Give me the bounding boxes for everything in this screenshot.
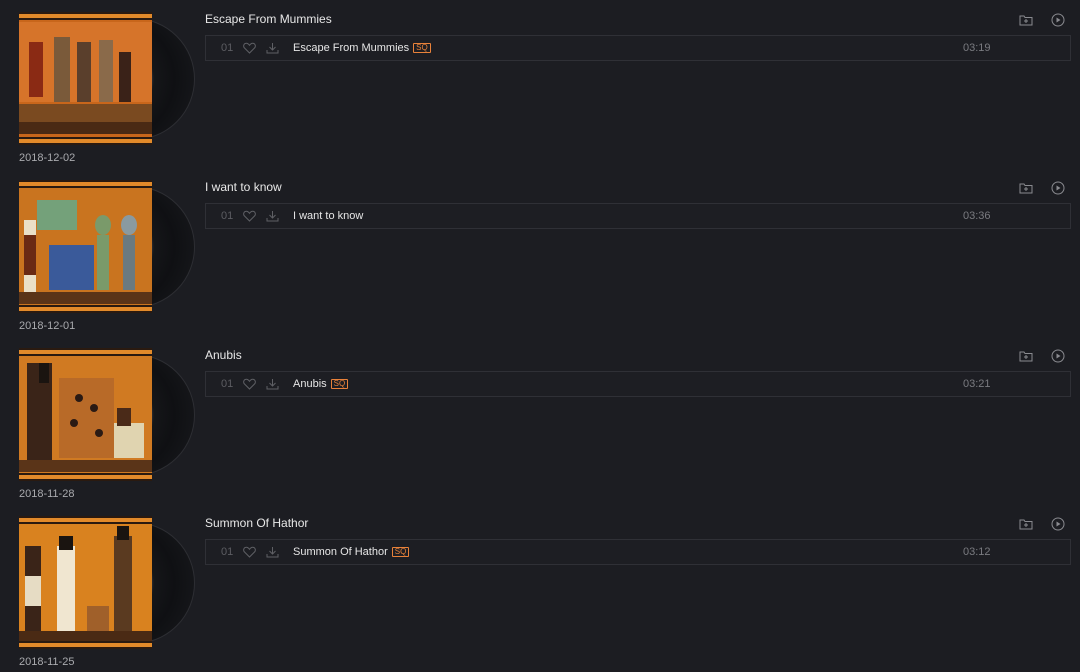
release-date: 2018-12-02	[19, 152, 76, 164]
play-circle-icon[interactable]	[1050, 180, 1066, 196]
track-number: 01	[221, 210, 234, 222]
track-duration: 03:19	[963, 42, 991, 54]
heart-icon[interactable]	[243, 41, 256, 59]
heart-icon[interactable]	[243, 377, 256, 395]
track-title[interactable]: I want to know	[293, 210, 363, 222]
track-row[interactable]: 01 Summon Of Hathor SQ 03:12	[205, 539, 1071, 565]
quality-badge: SQ	[330, 379, 349, 389]
album-row: 2018-11-28 Anubis 01 Anubis SQ 03:21	[0, 336, 1080, 504]
album-row: 2018-11-25 Summon Of Hathor 01 Summon Of…	[0, 504, 1080, 672]
folder-add-icon[interactable]	[1018, 180, 1034, 196]
play-circle-icon[interactable]	[1050, 12, 1066, 28]
album-cover[interactable]	[19, 348, 195, 481]
track-number: 01	[221, 546, 234, 558]
album-title[interactable]: Summon Of Hathor	[205, 516, 308, 530]
album-cover[interactable]	[19, 180, 195, 313]
album-row: 2018-12-01 I want to know 01 I want to k…	[0, 168, 1080, 336]
folder-add-icon[interactable]	[1018, 12, 1034, 28]
track-duration: 03:21	[963, 378, 991, 390]
album-actions	[1018, 180, 1066, 196]
track-title-text: Summon Of Hathor	[293, 546, 388, 558]
track-title[interactable]: Escape From Mummies SQ	[293, 42, 431, 54]
album-row: 2018-12-02 Escape From Mummies 01 Escape…	[0, 0, 1080, 168]
album-title[interactable]: I want to know	[205, 180, 282, 194]
cover-art	[19, 12, 152, 145]
cover-art	[19, 348, 152, 481]
release-date: 2018-12-01	[19, 320, 76, 332]
track-duration: 03:12	[963, 546, 991, 558]
play-circle-icon[interactable]	[1050, 348, 1066, 364]
cover-art	[19, 516, 152, 649]
album-title[interactable]: Escape From Mummies	[205, 12, 332, 26]
album-actions	[1018, 12, 1066, 28]
track-title[interactable]: Anubis SQ	[293, 378, 349, 390]
album-cover[interactable]	[19, 12, 195, 145]
release-date: 2018-11-25	[19, 656, 75, 668]
track-title-text: I want to know	[293, 210, 364, 222]
track-title[interactable]: Summon Of Hathor SQ	[293, 546, 410, 558]
download-icon[interactable]	[266, 209, 279, 227]
track-duration: 03:36	[963, 210, 991, 222]
quality-badge: SQ	[391, 547, 410, 557]
download-icon[interactable]	[266, 377, 279, 395]
heart-icon[interactable]	[243, 545, 256, 563]
quality-badge: SQ	[413, 43, 431, 53]
release-date: 2018-11-28	[19, 488, 75, 500]
track-title-text: Escape From Mummies	[293, 42, 410, 54]
folder-add-icon[interactable]	[1018, 348, 1034, 364]
heart-icon[interactable]	[243, 209, 256, 227]
track-number: 01	[221, 378, 234, 390]
track-row[interactable]: 01 I want to know 03:36	[205, 203, 1071, 229]
play-circle-icon[interactable]	[1050, 516, 1066, 532]
album-actions	[1018, 516, 1066, 532]
album-title[interactable]: Anubis	[205, 348, 242, 362]
album-actions	[1018, 348, 1066, 364]
cover-art	[19, 180, 152, 313]
track-row[interactable]: 01 Escape From Mummies SQ 03:19	[205, 35, 1071, 61]
track-number: 01	[221, 42, 234, 54]
folder-add-icon[interactable]	[1018, 516, 1034, 532]
track-title-text: Anubis	[293, 378, 327, 390]
download-icon[interactable]	[266, 41, 279, 59]
download-icon[interactable]	[266, 545, 279, 563]
album-cover[interactable]	[19, 516, 195, 649]
track-row[interactable]: 01 Anubis SQ 03:21	[205, 371, 1071, 397]
